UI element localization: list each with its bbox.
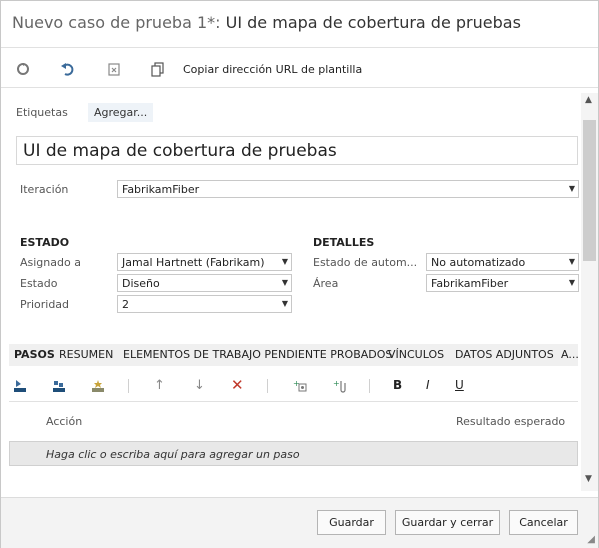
tab-vinculos[interactable]: VÍNCULOS — [388, 348, 444, 361]
delete-icon[interactable]: ✕ — [231, 376, 244, 394]
italic-button[interactable]: I — [426, 378, 430, 392]
state-value: Diseño — [122, 277, 160, 290]
toolbar-divider — [1, 87, 598, 88]
undo-icon[interactable] — [60, 61, 76, 77]
area-value: FabrikamFiber — [431, 277, 509, 290]
chevron-down-icon: ▼ — [568, 278, 575, 287]
tab-bar: PASOS RESUMEN ELEMENTOS DE TRABAJO PENDI… — [9, 344, 579, 366]
dialog-title: Nuevo caso de prueba 1*: UI de mapa de c… — [12, 13, 521, 32]
chevron-down-icon: ▼ — [281, 257, 288, 266]
cancel-button[interactable]: Cancelar — [509, 510, 578, 535]
toolbar-separator — [128, 379, 129, 393]
insert-parameter-icon[interactable]: + — [292, 378, 308, 398]
priority-label: Prioridad — [20, 298, 70, 311]
chevron-down-icon: ▼ — [568, 184, 575, 193]
tab-elementos-probados[interactable]: ELEMENTOS DE TRABAJO PENDIENTE PROBADOS — [123, 348, 392, 361]
arrow-down-icon[interactable]: ↓ — [194, 378, 205, 393]
svg-text:+: + — [333, 379, 340, 388]
action-column-header: Acción — [46, 415, 83, 428]
state-label: Estado — [20, 277, 58, 290]
chevron-down-icon: ▼ — [281, 278, 288, 287]
area-select[interactable]: FabrikamFiber ▼ — [426, 274, 579, 292]
priority-select[interactable]: 2 ▼ — [117, 295, 292, 313]
state-select[interactable]: Diseño ▼ — [117, 274, 292, 292]
title-divider — [1, 47, 598, 48]
dialog-footer: Guardar Guardar y cerrar Cancelar ◢ — [1, 497, 598, 548]
dialog-title-name: UI de mapa de cobertura de pruebas — [225, 13, 521, 32]
resize-grip-icon[interactable]: ◢ — [587, 534, 595, 545]
copy-url-button[interactable]: Copiar dirección URL de plantilla — [183, 63, 362, 76]
test-case-dialog: Nuevo caso de prueba 1*: UI de mapa de c… — [0, 0, 599, 548]
automation-select[interactable]: No automatizado ▼ — [426, 253, 579, 271]
arrow-up-icon[interactable]: ↑ — [154, 378, 165, 393]
scrollbar-thumb[interactable] — [583, 120, 596, 261]
estado-heading: ESTADO — [20, 236, 70, 249]
tab-pasos[interactable]: PASOS — [14, 348, 55, 361]
assigned-value: Jamal Hartnett (Fabrikam) — [122, 256, 265, 269]
underline-button[interactable]: U — [455, 378, 464, 392]
toolbar-separator — [369, 379, 370, 393]
save-button[interactable]: Guardar — [317, 510, 386, 535]
automation-value: No automatizado — [431, 256, 526, 269]
steps-toolbar-divider — [9, 401, 578, 402]
toolbar-separator — [267, 379, 268, 393]
tab-resumen[interactable]: RESUMEN — [59, 348, 113, 361]
scroll-up-icon[interactable]: ▲ — [585, 95, 592, 105]
insert-step-icon[interactable] — [12, 378, 28, 398]
area-label: Área — [313, 277, 339, 290]
detalles-heading: DETALLES — [313, 236, 375, 249]
expected-result-column-header: Resultado esperado — [456, 415, 566, 428]
steps-toolbar: ↑ ↓ ✕ + + B I U — [9, 375, 578, 397]
assigned-select[interactable]: Jamal Hartnett (Fabrikam) ▼ — [117, 253, 292, 271]
automation-label: Estado de autom... — [313, 256, 418, 269]
priority-value: 2 — [122, 298, 129, 311]
tab-datos-adjuntos[interactable]: DATOS ADJUNTOS — [455, 348, 554, 361]
attach-icon[interactable]: + — [332, 378, 348, 398]
create-shared-steps-icon[interactable] — [90, 378, 106, 398]
copy-icon[interactable] — [150, 61, 166, 77]
scroll-down-icon[interactable]: ▼ — [585, 474, 592, 484]
iteration-value: FabrikamFiber — [122, 183, 200, 196]
work-item-title-input[interactable]: UI de mapa de cobertura de pruebas — [16, 136, 578, 165]
add-tag-button[interactable]: Agregar... — [88, 103, 154, 122]
chevron-down-icon: ▼ — [568, 257, 575, 266]
tab-more[interactable]: A... — [561, 348, 579, 361]
revert-icon[interactable] — [106, 61, 122, 77]
add-step-row[interactable]: Haga clic o escriba aquí para agregar un… — [9, 441, 578, 466]
tags-label: Etiquetas — [16, 106, 68, 119]
dialog-title-prefix: Nuevo caso de prueba 1*: — [12, 13, 221, 32]
save-and-close-button[interactable]: Guardar y cerrar — [395, 510, 500, 535]
scrollbar[interactable]: ▲ ▼ — [581, 93, 598, 491]
toolbar: Copiar dirección URL de plantilla — [1, 56, 598, 84]
iteration-select[interactable]: FabrikamFiber ▼ — [117, 180, 579, 198]
assigned-label: Asignado a — [20, 256, 81, 269]
refresh-icon[interactable] — [15, 61, 31, 77]
chevron-down-icon: ▼ — [281, 299, 288, 308]
bold-button[interactable]: B — [393, 378, 402, 392]
insert-shared-steps-icon[interactable] — [51, 378, 67, 398]
iteration-label: Iteración — [20, 183, 69, 196]
